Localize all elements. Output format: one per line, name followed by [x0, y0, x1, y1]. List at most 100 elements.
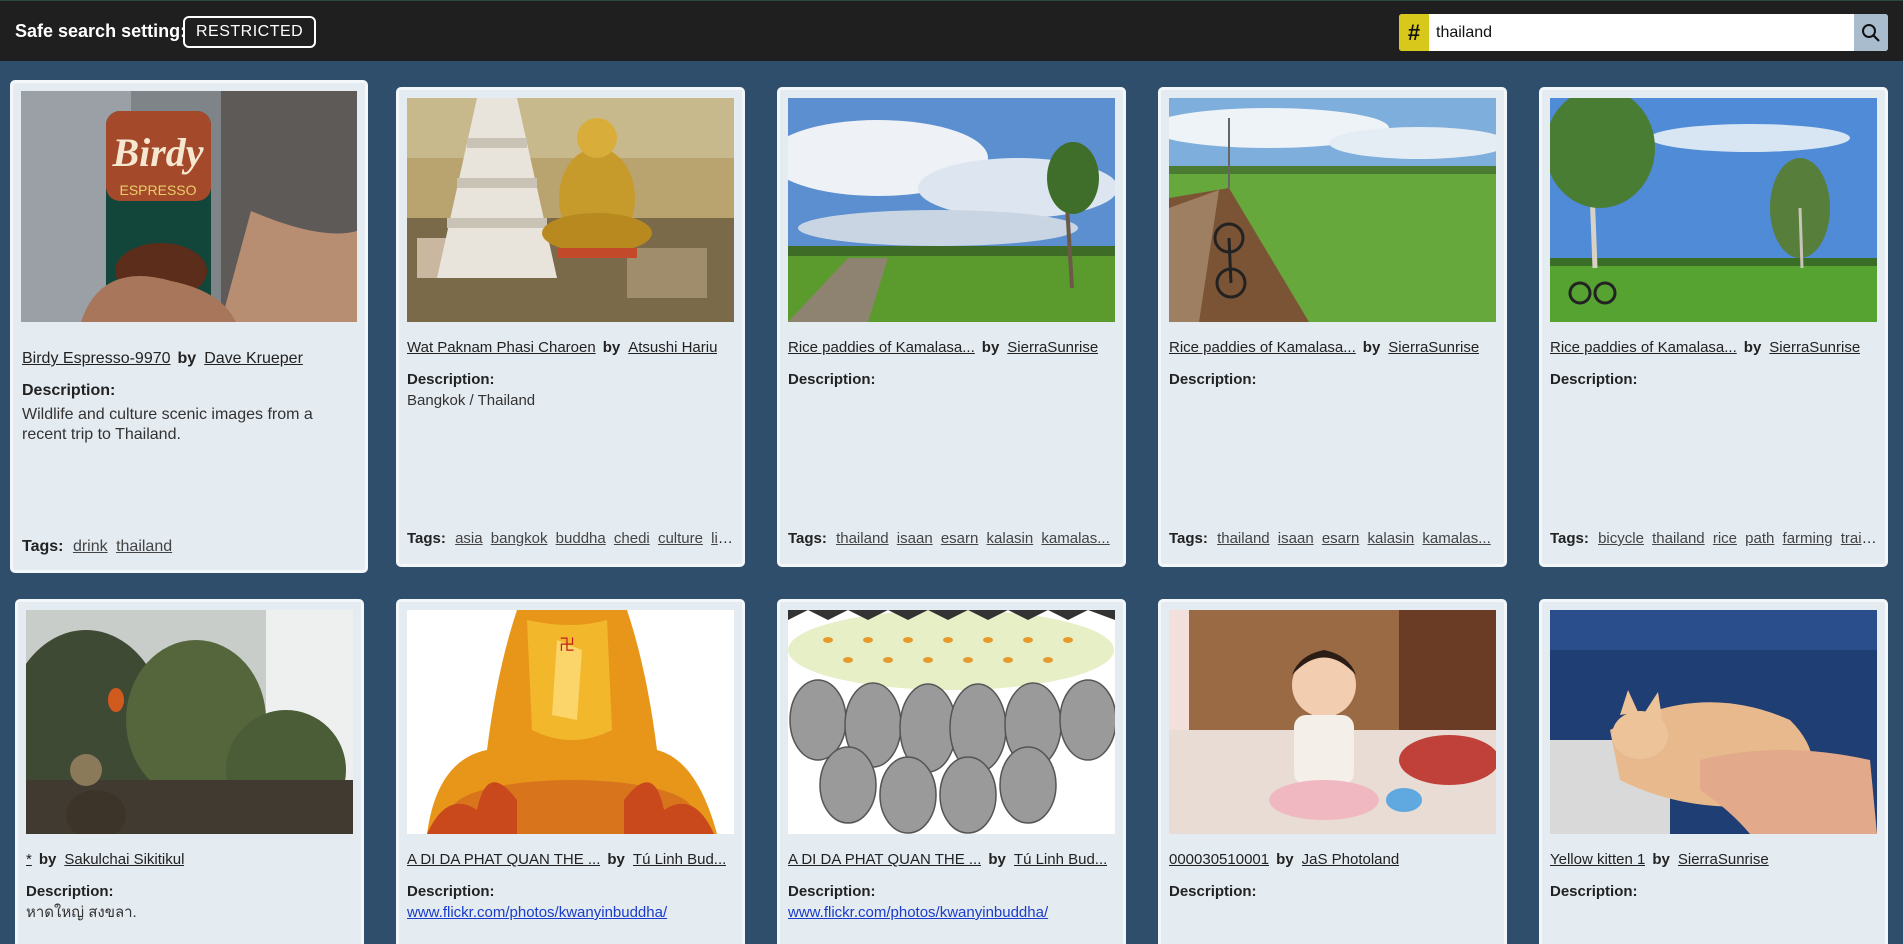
svg-text:卍: 卍 — [559, 635, 575, 654]
photo-thumbnail[interactable] — [26, 610, 353, 834]
tags-row: Tags: asia bangkok buddha chedi culture … — [407, 530, 734, 547]
tags-label: Tags: — [788, 530, 827, 547]
by-label: by — [602, 339, 621, 356]
author-link[interactable]: Dave Krueper — [204, 350, 303, 368]
photo-title-link[interactable]: Rice paddies of Kamalasa... — [1169, 339, 1356, 356]
tag-link[interactable]: esarn — [1322, 530, 1360, 547]
tags-label: Tags: — [22, 538, 64, 555]
by-label: by — [177, 350, 197, 367]
tag-link[interactable]: farming — [1783, 530, 1833, 547]
photo-title-link[interactable]: * — [26, 851, 32, 868]
description-text: Wildlife and culture scenic images from … — [22, 406, 313, 443]
photo-title-link[interactable]: 000030510001 — [1169, 851, 1269, 868]
tag-link[interactable]: chedi — [614, 530, 650, 547]
photo-thumbnail[interactable] — [788, 98, 1115, 322]
photo-title-link[interactable]: Rice paddies of Kamalasa... — [1550, 339, 1737, 356]
description-label: Description: — [1550, 883, 1638, 900]
hashtag-icon: # — [1399, 14, 1429, 51]
tag-link[interactable]: thailand — [1217, 530, 1270, 547]
photo-thumbnail[interactable] — [1169, 610, 1496, 834]
svg-text:Birdy: Birdy — [111, 130, 203, 175]
photo-thumbnail[interactable] — [1550, 98, 1877, 322]
search-button[interactable] — [1854, 14, 1888, 51]
tag-link[interactable]: asia — [455, 530, 483, 547]
tag-link[interactable]: buddha — [556, 530, 606, 547]
photo-title-link[interactable]: A DI DA PHAT QUAN THE ... — [407, 851, 600, 868]
description-link[interactable]: www.flickr.com/photos/kwanyinbuddha/ — [407, 904, 667, 921]
tag-link[interactable]: trail... — [1841, 530, 1877, 547]
photo-card: Rice paddies of Kamalasa... by SierraSun… — [777, 87, 1126, 567]
tag-link[interactable]: path — [1745, 530, 1774, 547]
description-link[interactable]: www.flickr.com/photos/kwanyinbuddha/ — [788, 904, 1048, 921]
photo-title-link[interactable]: Wat Paknam Phasi Charoen — [407, 339, 596, 356]
description-text: หาดใหญ่ สงขลา. — [26, 904, 137, 921]
by-label: by — [607, 851, 625, 868]
by-label: by — [988, 851, 1006, 868]
photo-thumbnail[interactable]: Birdy ESPRESSO — [21, 91, 357, 322]
tag-link[interactable]: drink — [73, 538, 108, 555]
by-label: by — [38, 851, 57, 868]
photo-thumbnail[interactable] — [788, 610, 1115, 834]
author-link[interactable]: SierraSunrise — [1678, 851, 1769, 868]
search-input[interactable] — [1429, 14, 1854, 51]
author-link[interactable]: Sakulchai Sikitikul — [64, 851, 184, 868]
description-label: Description: — [788, 371, 876, 388]
author-link[interactable]: Tú Linh Bud... — [633, 851, 726, 868]
safe-search-button[interactable]: RESTRICTED — [183, 16, 317, 48]
description-label: Description: — [1169, 883, 1257, 900]
description-text: Bangkok / Thailand — [407, 392, 536, 409]
author-link[interactable]: SierraSunrise — [1388, 339, 1479, 356]
description-label: Description: — [1169, 371, 1257, 388]
author-link[interactable]: Tú Linh Bud... — [1014, 851, 1107, 868]
photo-title-link[interactable]: Birdy Espresso-9970 — [22, 350, 171, 368]
card-title-row: A DI DA PHAT QUAN THE ... by Tú Linh Bud… — [788, 851, 1115, 868]
photo-title-link[interactable]: Rice paddies of Kamalasa... — [788, 339, 975, 356]
photo-card: A DI DA PHAT QUAN THE ... by Tú Linh Bud… — [777, 599, 1126, 944]
description-text: www.flickr.com/photos/kwanyinbuddha/ — [407, 903, 734, 922]
tag-link[interactable]: kalasin — [1368, 530, 1415, 547]
card-title-row: Rice paddies of Kamalasa... by SierraSun… — [1169, 339, 1496, 356]
photo-title-link[interactable]: Yellow kitten 1 — [1550, 851, 1645, 868]
card-title-row: Yellow kitten 1 by SierraSunrise — [1550, 851, 1877, 868]
tag-link[interactable]: isaan — [1278, 530, 1314, 547]
author-link[interactable]: Atsushi Hariu — [628, 339, 717, 356]
tags-row: Tags: thailand isaan esarn kalasin kamal… — [1169, 530, 1496, 547]
tag-link[interactable]: esarn — [941, 530, 979, 547]
description-label: Description: — [788, 883, 876, 900]
card-title-row: Birdy Espresso-9970 by Dave Krueper — [22, 350, 357, 368]
tag-link[interactable]: isaan — [897, 530, 933, 547]
tag-link[interactable]: thailand — [1652, 530, 1705, 547]
tags-row: Tags: thailand isaan esarn kalasin kamal… — [788, 530, 1115, 547]
tag-link[interactable]: bicycle — [1598, 530, 1644, 547]
photo-card: Rice paddies of Kamalasa... by SierraSun… — [1158, 87, 1507, 567]
card-title-row: 000030510001 by JaS Photoland — [1169, 851, 1496, 868]
tag-link[interactable]: thailand — [836, 530, 889, 547]
photo-title-link[interactable]: A DI DA PHAT QUAN THE ... — [788, 851, 981, 868]
tag-link[interactable]: li... — [711, 530, 730, 547]
photo-card: Wat Paknam Phasi Charoen by Atsushi Hari… — [396, 87, 745, 567]
tags-row: Tags: drink thailand — [22, 538, 357, 556]
tag-link[interactable]: culture — [658, 530, 703, 547]
tag-link[interactable]: rice — [1713, 530, 1737, 547]
tag-link[interactable]: kalasin — [987, 530, 1034, 547]
safe-search-label: Safe search setting: — [15, 21, 187, 41]
description-label: Description: — [26, 883, 114, 900]
photo-thumbnail[interactable] — [1169, 98, 1496, 322]
tag-link[interactable]: thailand — [116, 538, 172, 555]
description-label: Description: — [1550, 371, 1638, 388]
photo-thumbnail[interactable]: 卍 — [407, 610, 734, 834]
photo-thumbnail[interactable] — [1550, 610, 1877, 834]
card-title-row: Wat Paknam Phasi Charoen by Atsushi Hari… — [407, 339, 734, 356]
author-link[interactable]: SierraSunrise — [1007, 339, 1098, 356]
description-label: Description: — [22, 382, 116, 399]
card-title-row: A DI DA PHAT QUAN THE ... by Tú Linh Bud… — [407, 851, 734, 868]
tag-link[interactable]: kamalas... — [1041, 530, 1109, 547]
author-link[interactable]: JaS Photoland — [1302, 851, 1400, 868]
photo-thumbnail[interactable] — [407, 98, 734, 322]
by-label: by — [1743, 339, 1762, 356]
tag-link[interactable]: kamalas... — [1422, 530, 1490, 547]
tag-link[interactable]: bangkok — [491, 530, 548, 547]
author-link[interactable]: SierraSunrise — [1769, 339, 1860, 356]
by-label: by — [1652, 851, 1670, 868]
top-bar: Safe search setting: RESTRICTED # — [0, 0, 1903, 61]
